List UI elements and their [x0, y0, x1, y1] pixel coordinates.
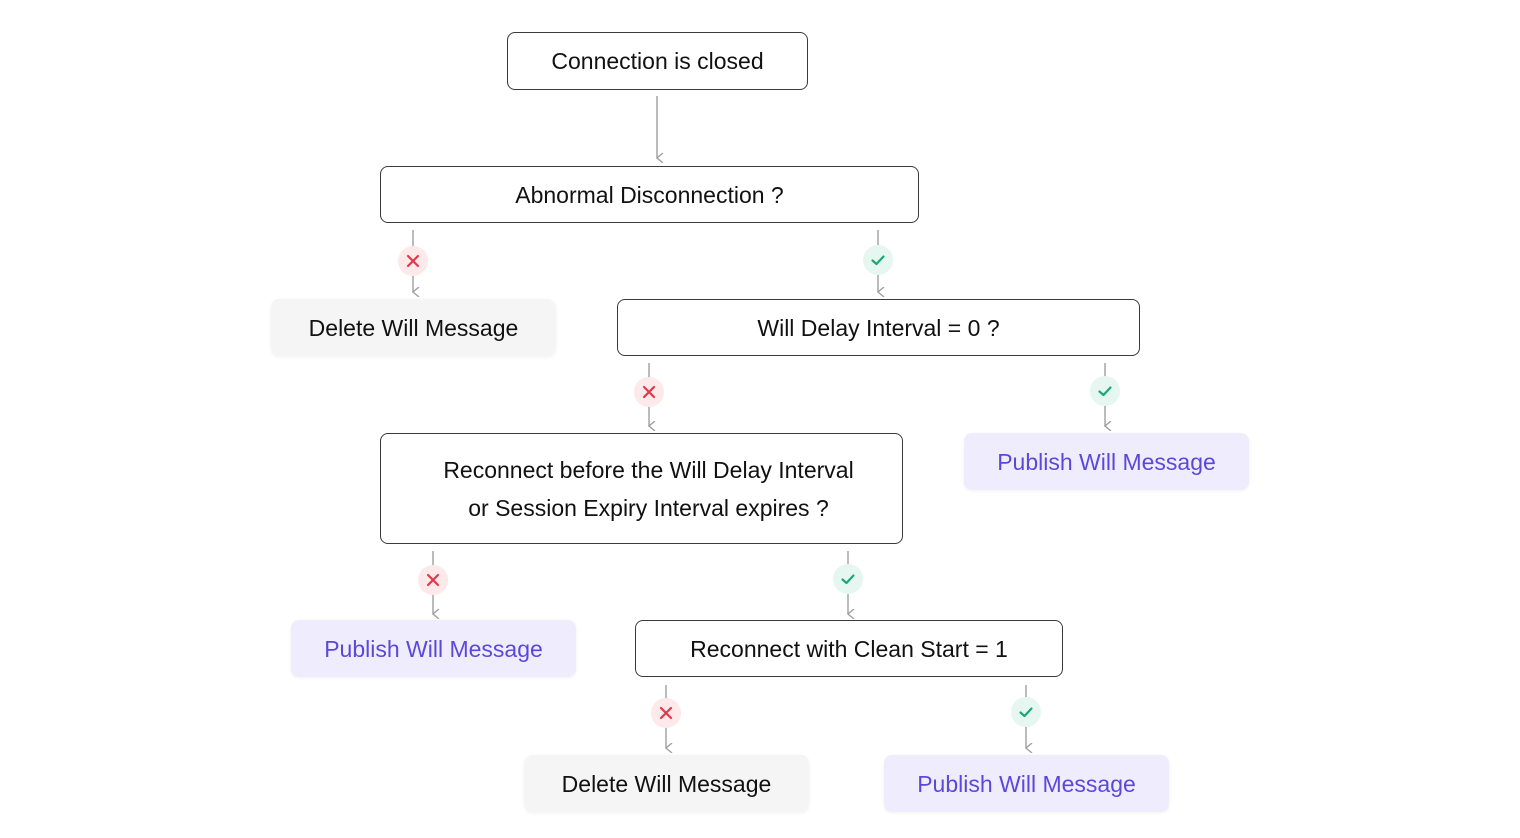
no-badge — [398, 246, 428, 276]
check-icon — [1019, 707, 1033, 718]
node-delete-will-message: Delete Will Message — [271, 299, 556, 356]
no-badge — [634, 377, 664, 407]
node-label: Connection is closed — [551, 48, 764, 74]
node-publish-will-message: Publish Will Message — [964, 433, 1249, 490]
node-reconnect-clean-start: Reconnect with Clean Start = 1 — [635, 620, 1063, 677]
node-label: Will Delay Interval = 0 ? — [757, 314, 1000, 341]
node-reconnect-before-expiry: Reconnect before the Will Delay Interval… — [380, 433, 903, 544]
yes-badge — [1090, 376, 1120, 406]
cross-icon — [406, 254, 420, 268]
yes-badge — [833, 564, 863, 594]
cross-icon — [659, 706, 673, 720]
no-badge — [418, 565, 448, 595]
node-label-line2: or Session Expiry Interval expires ? — [468, 494, 829, 521]
node-publish-will-message: Publish Will Message — [884, 755, 1169, 812]
node-label: Delete Will Message — [308, 314, 519, 341]
cross-icon — [426, 573, 440, 587]
node-label: Publish Will Message — [324, 635, 543, 662]
check-icon — [871, 255, 885, 266]
node-label: Delete Will Message — [561, 770, 772, 797]
node-label: Abnormal Disconnection ? — [515, 181, 784, 208]
node-will-delay-interval: Will Delay Interval = 0 ? — [617, 299, 1140, 356]
no-badge — [651, 698, 681, 728]
node-label: Reconnect with Clean Start = 1 — [690, 635, 1008, 662]
node-label: Publish Will Message — [917, 770, 1136, 797]
connectors — [0, 96, 1520, 838]
check-icon — [1098, 386, 1112, 397]
node-label: Publish Will Message — [997, 448, 1216, 475]
node-label-line1: Reconnect before the Will Delay Interval — [443, 456, 854, 483]
node-publish-will-message: Publish Will Message — [291, 620, 576, 677]
yes-badge — [1011, 697, 1041, 727]
node-delete-will-message: Delete Will Message — [524, 755, 809, 812]
cross-icon — [642, 385, 656, 399]
yes-badge — [863, 245, 893, 275]
node-connection-closed: Connection is closed — [507, 32, 808, 90]
check-icon — [841, 574, 855, 585]
node-abnormal-disconnection: Abnormal Disconnection ? — [380, 166, 919, 223]
